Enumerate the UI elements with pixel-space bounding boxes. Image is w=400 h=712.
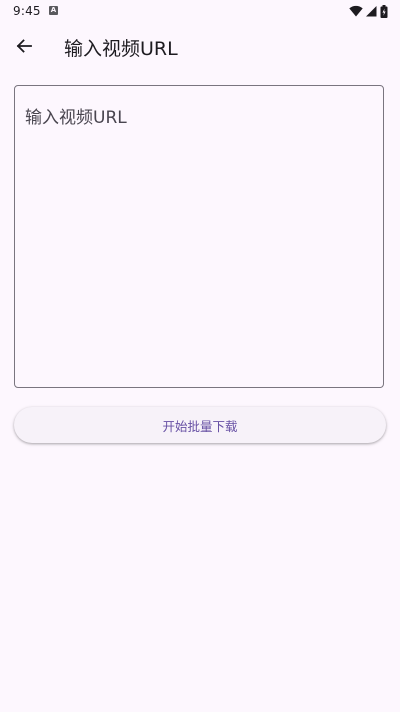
url-textarea[interactable] bbox=[15, 86, 383, 387]
start-batch-download-button[interactable]: 开始批量下载 bbox=[14, 407, 386, 443]
status-icons bbox=[349, 4, 388, 18]
page-title: 输入视频URL bbox=[64, 38, 178, 60]
url-input-field[interactable] bbox=[14, 85, 384, 388]
status-time: 9:45 bbox=[13, 4, 41, 18]
status-bar: 9:45 A bbox=[0, 0, 400, 24]
battery-icon bbox=[380, 4, 388, 18]
signal-icon bbox=[366, 6, 377, 17]
wifi-icon bbox=[349, 5, 363, 17]
back-button[interactable] bbox=[6, 28, 42, 64]
app-notification-icon: A bbox=[49, 6, 58, 15]
top-app-bar: 输入视频URL bbox=[0, 24, 400, 68]
arrow-left-icon bbox=[16, 39, 32, 53]
